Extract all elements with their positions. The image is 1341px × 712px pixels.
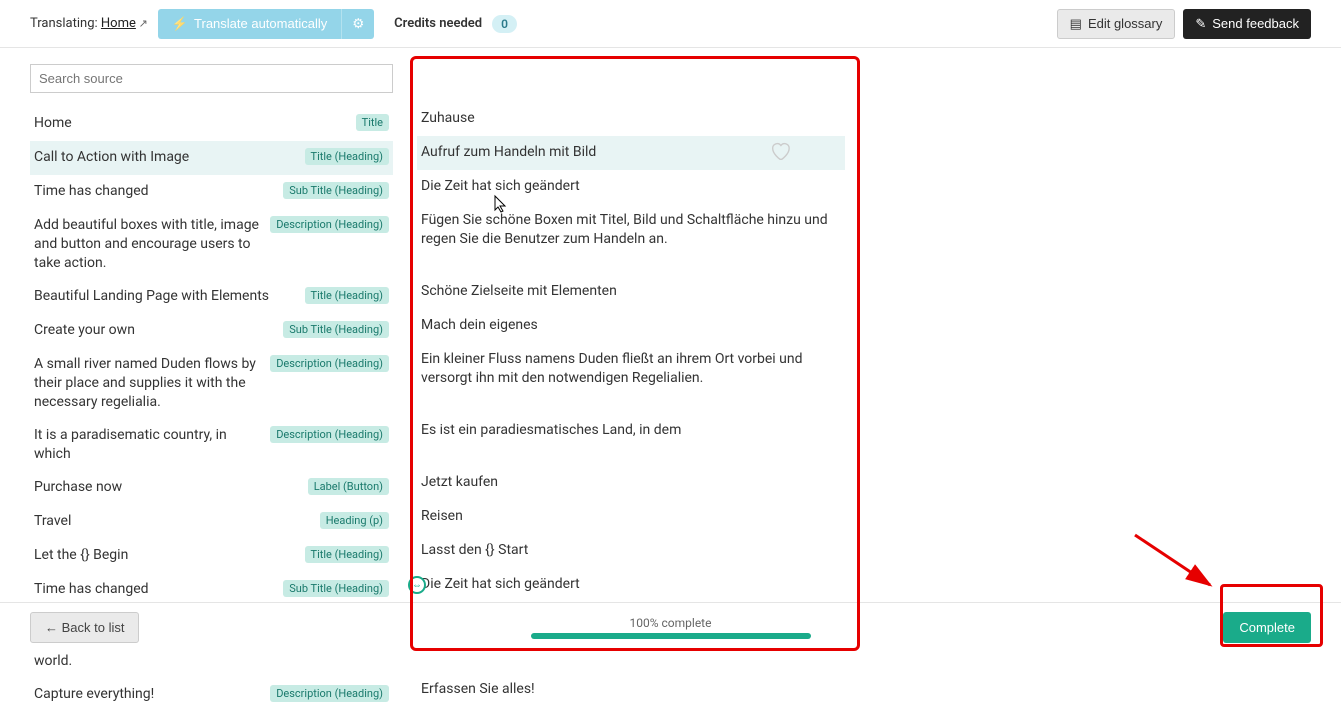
progress-fill bbox=[531, 633, 811, 639]
source-row[interactable]: Time has changed Sub Title (Heading) bbox=[30, 175, 393, 209]
progress: 100% complete bbox=[531, 616, 811, 639]
target-row[interactable]: Fügen Sie schöne Boxen mit Titel, Bild u… bbox=[417, 204, 845, 275]
target-text: Es ist ein paradiesmatisches Land, in de… bbox=[421, 421, 681, 440]
type-tag: Description (Heading) bbox=[270, 685, 389, 702]
type-tag: Title bbox=[356, 114, 389, 131]
target-text: Lasst den {} Start bbox=[421, 541, 528, 560]
translating-label: Translating: Home ↗ bbox=[30, 16, 148, 31]
target-row[interactable]: Aufruf zum Handeln mit Bild bbox=[417, 136, 845, 170]
source-row[interactable]: Capture everything! Description (Heading) bbox=[30, 678, 393, 712]
target-text: Die Zeit hat sich geändert bbox=[421, 575, 580, 594]
edit-glossary-button[interactable]: ▤ Edit glossary bbox=[1057, 9, 1176, 39]
source-row[interactable]: It is a paradisematic country, in which D… bbox=[30, 419, 393, 471]
type-tag: Description (Heading) bbox=[270, 426, 389, 443]
source-row[interactable]: Beautiful Landing Page with Elements Titl… bbox=[30, 280, 393, 314]
source-text: Create your own bbox=[34, 321, 275, 340]
type-tag: Heading (p) bbox=[320, 512, 389, 529]
edit-glossary-label: Edit glossary bbox=[1088, 16, 1162, 31]
target-text: Reisen bbox=[421, 507, 463, 526]
column-resizer[interactable]: ⇔ bbox=[408, 576, 426, 594]
source-row[interactable]: Purchase now Label (Button) bbox=[30, 471, 393, 505]
target-text: Jetzt kaufen bbox=[421, 473, 498, 492]
source-row[interactable]: Let the {} Begin Title (Heading) bbox=[30, 539, 393, 573]
source-text: Capture everything! bbox=[34, 685, 262, 704]
lightning-icon: ⚡ bbox=[172, 16, 188, 32]
target-text: Fügen Sie schöne Boxen mit Titel, Bild u… bbox=[421, 211, 841, 249]
target-text: Mach dein eigenes bbox=[421, 316, 538, 335]
search-input[interactable] bbox=[30, 64, 393, 93]
type-tag: Label (Button) bbox=[308, 478, 389, 495]
source-column: Home Title Call to Action with Image Title … bbox=[30, 64, 405, 608]
source-text: Let the {} Begin bbox=[34, 546, 297, 565]
settings-button[interactable]: ⚙ bbox=[341, 9, 374, 39]
source-row[interactable]: A small river named Duden flows by their… bbox=[30, 348, 393, 419]
source-row[interactable]: Travel Heading (p) bbox=[30, 505, 393, 539]
progress-label: 100% complete bbox=[531, 616, 811, 630]
credits-label: Credits needed bbox=[394, 16, 482, 31]
source-row[interactable]: Home Title bbox=[30, 107, 393, 141]
target-row[interactable]: Schöne Zielseite mit Elementen bbox=[417, 275, 845, 309]
type-tag: Sub Title (Heading) bbox=[283, 580, 389, 597]
back-button[interactable]: ← Back to list bbox=[30, 612, 139, 643]
target-row[interactable]: Zuhause bbox=[417, 102, 845, 136]
target-text: Zuhause bbox=[421, 109, 475, 128]
source-text: Home bbox=[34, 114, 348, 133]
type-tag: Sub Title (Heading) bbox=[283, 321, 389, 338]
target-text: Die Zeit hat sich geändert bbox=[421, 177, 580, 196]
target-text: Ein kleiner Fluss namens Duden fließt an… bbox=[421, 350, 841, 388]
translating-page-link[interactable]: Home bbox=[101, 16, 136, 31]
target-row[interactable]: Reisen bbox=[417, 500, 845, 534]
source-text: Add beautiful boxes with title, image an… bbox=[34, 216, 262, 273]
pencil-icon: ✎ bbox=[1195, 16, 1206, 32]
source-text: It is a paradisematic country, in which bbox=[34, 426, 262, 464]
type-tag: Sub Title (Heading) bbox=[283, 182, 389, 199]
source-text: Beautiful Landing Page with Elements bbox=[34, 287, 297, 306]
source-row[interactable]: Call to Action with Image Title (Heading) bbox=[30, 141, 393, 175]
footer: ← Back to list 100% complete Complete bbox=[0, 602, 1341, 652]
progress-bar bbox=[531, 633, 811, 639]
target-text: Schöne Zielseite mit Elementen bbox=[421, 282, 617, 301]
translate-auto-label: Translate automatically bbox=[194, 16, 327, 31]
send-feedback-label: Send feedback bbox=[1212, 16, 1299, 31]
type-tag: Title (Heading) bbox=[305, 546, 389, 563]
source-text: Travel bbox=[34, 512, 312, 531]
type-tag: Title (Heading) bbox=[305, 148, 389, 165]
target-text: Erfassen Sie alles! bbox=[421, 680, 535, 699]
target-row[interactable]: Die Zeit hat sich geändert bbox=[417, 568, 845, 602]
target-column: Zuhause Aufruf zum Handeln mit Bild Die Ze… bbox=[405, 64, 845, 608]
target-row[interactable]: Es ist ein paradiesmatisches Land, in de… bbox=[417, 414, 845, 466]
type-tag: Title (Heading) bbox=[305, 287, 389, 304]
target-text: Aufruf zum Handeln mit Bild bbox=[421, 143, 596, 162]
translate-auto-button[interactable]: ⚡ Translate automatically bbox=[158, 9, 341, 39]
source-text: A small river named Duden flows by their… bbox=[34, 355, 262, 412]
source-text: Time has changed bbox=[34, 580, 275, 599]
credits-badge: 0 bbox=[492, 15, 517, 33]
topbar: Translating: Home ↗ ⚡ Translate automati… bbox=[0, 0, 1341, 48]
topbar-right: ▤ Edit glossary ✎ Send feedback bbox=[1057, 9, 1311, 39]
target-row[interactable]: Ein kleiner Fluss namens Duden fließt an… bbox=[417, 343, 845, 414]
send-feedback-button[interactable]: ✎ Send feedback bbox=[1183, 9, 1311, 39]
gear-icon: ⚙ bbox=[352, 16, 364, 31]
topbar-left: Translating: Home ↗ ⚡ Translate automati… bbox=[30, 9, 1057, 39]
complete-button[interactable]: Complete bbox=[1223, 612, 1311, 643]
type-tag: Description (Heading) bbox=[270, 216, 389, 233]
target-row[interactable]: Die Zeit hat sich geändert bbox=[417, 170, 845, 204]
target-row[interactable]: Jetzt kaufen bbox=[417, 466, 845, 500]
source-text: Call to Action with Image bbox=[34, 148, 297, 167]
target-row[interactable]: Erfassen Sie alles! bbox=[417, 673, 845, 707]
glossary-icon: ▤ bbox=[1070, 16, 1082, 32]
favorite-icon[interactable] bbox=[769, 140, 791, 162]
target-row[interactable]: Lasst den {} Start bbox=[417, 534, 845, 568]
source-text: Purchase now bbox=[34, 478, 300, 497]
source-text: Time has changed bbox=[34, 182, 275, 201]
main: Home Title Call to Action with Image Title … bbox=[0, 48, 1341, 608]
source-row[interactable]: Create your own Sub Title (Heading) bbox=[30, 314, 393, 348]
type-tag: Description (Heading) bbox=[270, 355, 389, 372]
source-row[interactable]: Add beautiful boxes with title, image an… bbox=[30, 209, 393, 280]
external-link-icon: ↗ bbox=[136, 17, 148, 30]
target-row[interactable]: Mach dein eigenes bbox=[417, 309, 845, 343]
